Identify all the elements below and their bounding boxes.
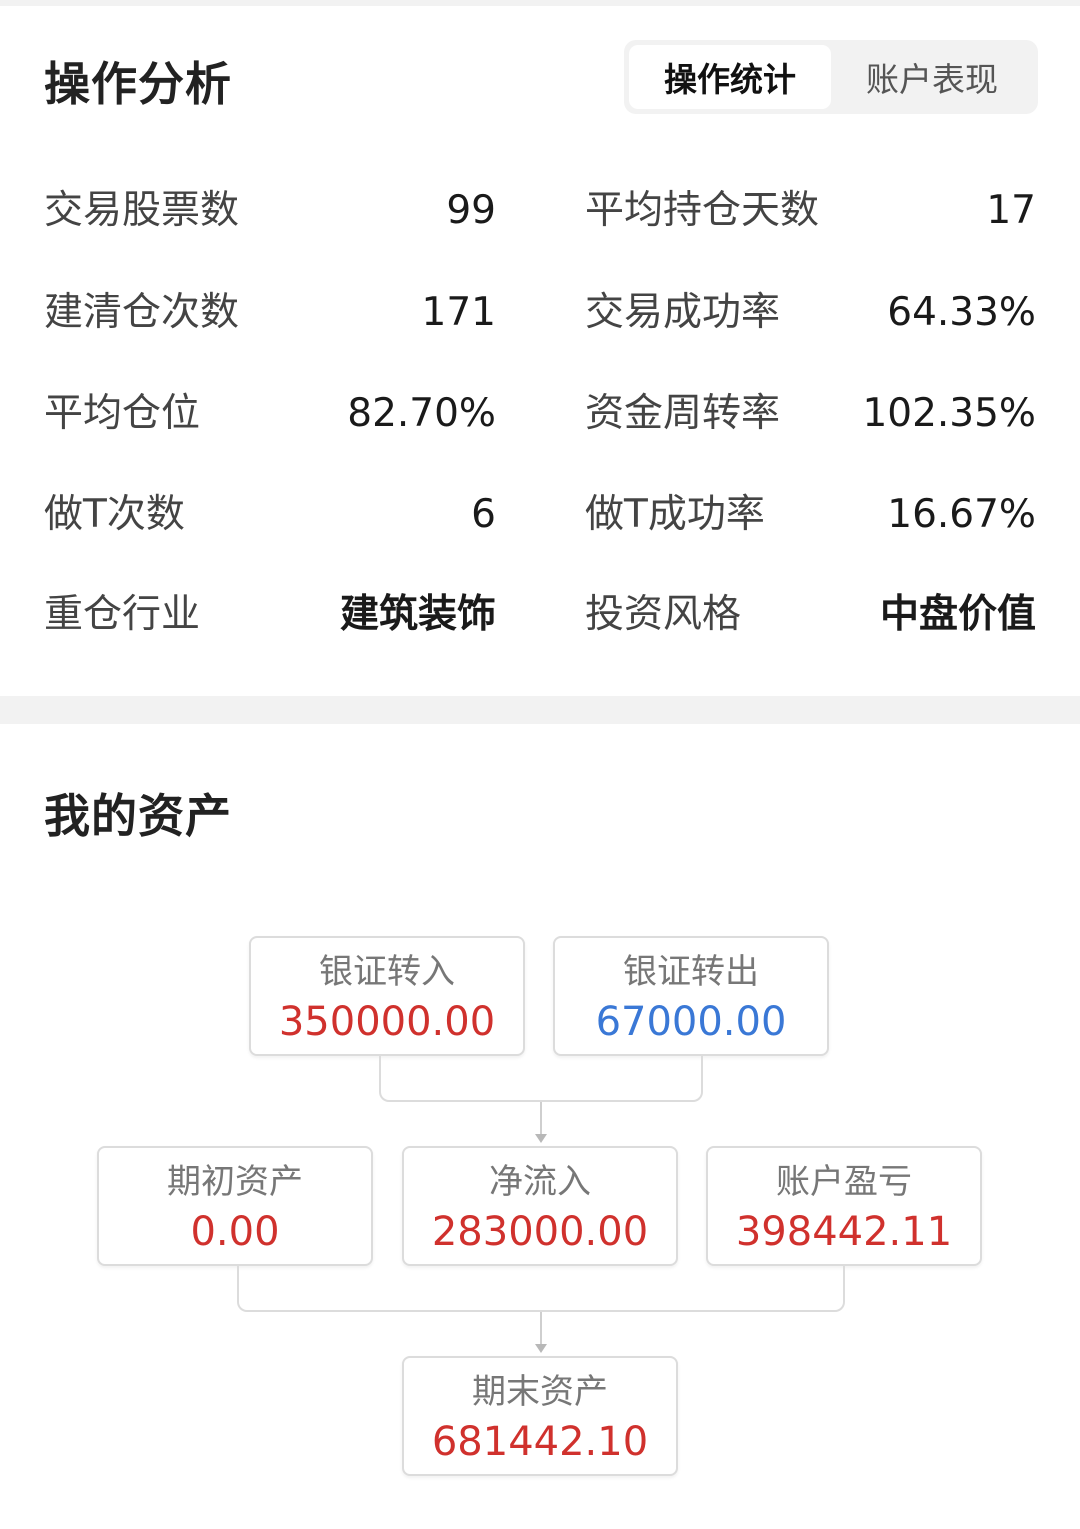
stat-row: 重仓行业 建筑装饰 投资风格 中盘价值 (0, 585, 1080, 645)
stat-label: 投资风格 (585, 592, 742, 637)
bank-in-card: 银证转入 350000.00 (249, 936, 525, 1056)
connector-line (237, 1266, 845, 1312)
bank-in-label: 银证转入 (319, 952, 455, 992)
account-pnl-card: 账户盈亏 398442.11 (706, 1146, 982, 1266)
initial-assets-label: 期初资产 (167, 1162, 303, 1202)
initial-assets-card: 期初资产 0.00 (97, 1146, 373, 1266)
stat-label: 做T次数 (44, 492, 185, 537)
final-assets-card: 期末资产 681442.10 (402, 1356, 678, 1476)
connector-line (379, 1056, 703, 1102)
down-arrow-icon (535, 1344, 547, 1353)
invest-style-value: 中盘价值 (879, 592, 1036, 637)
stat-label: 做T成功率 (585, 492, 765, 537)
net-inflow-label: 净流入 (489, 1162, 591, 1202)
stat-value: 171 (421, 290, 496, 335)
final-assets-label: 期末资产 (472, 1372, 608, 1412)
connector-line (540, 1102, 542, 1134)
account-pnl-value: 398442.11 (735, 1209, 953, 1255)
account-pnl-label: 账户盈亏 (776, 1162, 912, 1202)
down-arrow-icon (535, 1134, 547, 1143)
initial-assets-value: 0.00 (190, 1209, 280, 1255)
stat-row: 建清仓次数 171 交易成功率 64.33% (0, 283, 1080, 343)
top-strip (0, 0, 1080, 6)
bank-out-label: 银证转出 (623, 952, 759, 992)
net-inflow-card: 净流入 283000.00 (402, 1146, 678, 1266)
tab-switcher: 操作统计 账户表现 (624, 40, 1038, 114)
stat-label: 交易股票数 (44, 188, 240, 233)
bank-out-value: 67000.00 (595, 999, 787, 1045)
stat-value: 64.33% (887, 290, 1036, 335)
stat-row: 交易股票数 99 平均持仓天数 17 (0, 181, 1080, 241)
tab-operation-stats[interactable]: 操作统计 (629, 45, 831, 109)
stat-row: 做T次数 6 做T成功率 16.67% (0, 485, 1080, 545)
stat-value: 99 (446, 188, 496, 233)
bank-out-card: 银证转出 67000.00 (553, 936, 829, 1056)
stat-value: 16.67% (887, 492, 1036, 537)
stat-label: 平均持仓天数 (585, 188, 820, 233)
stat-label: 资金周转率 (585, 391, 781, 436)
stat-value: 82.70% (347, 391, 496, 436)
final-assets-value: 681442.10 (431, 1419, 649, 1465)
heavy-industry-value: 建筑装饰 (339, 592, 496, 637)
stat-label: 重仓行业 (44, 592, 201, 637)
section-divider (0, 696, 1080, 724)
tab-account-performance[interactable]: 账户表现 (831, 45, 1033, 109)
connector-line (540, 1312, 542, 1344)
stat-row: 平均仓位 82.70% 资金周转率 102.35% (0, 384, 1080, 444)
stat-value: 6 (471, 492, 496, 537)
stat-label: 平均仓位 (44, 391, 201, 436)
operations-title: 操作分析 (44, 57, 232, 111)
bank-in-value: 350000.00 (278, 999, 496, 1045)
stat-label: 建清仓次数 (44, 290, 240, 335)
stat-value: 17 (986, 188, 1036, 233)
stat-label: 交易成功率 (585, 290, 781, 335)
net-inflow-value: 283000.00 (431, 1209, 649, 1255)
assets-title: 我的资产 (44, 789, 232, 843)
stat-value: 102.35% (862, 391, 1036, 436)
